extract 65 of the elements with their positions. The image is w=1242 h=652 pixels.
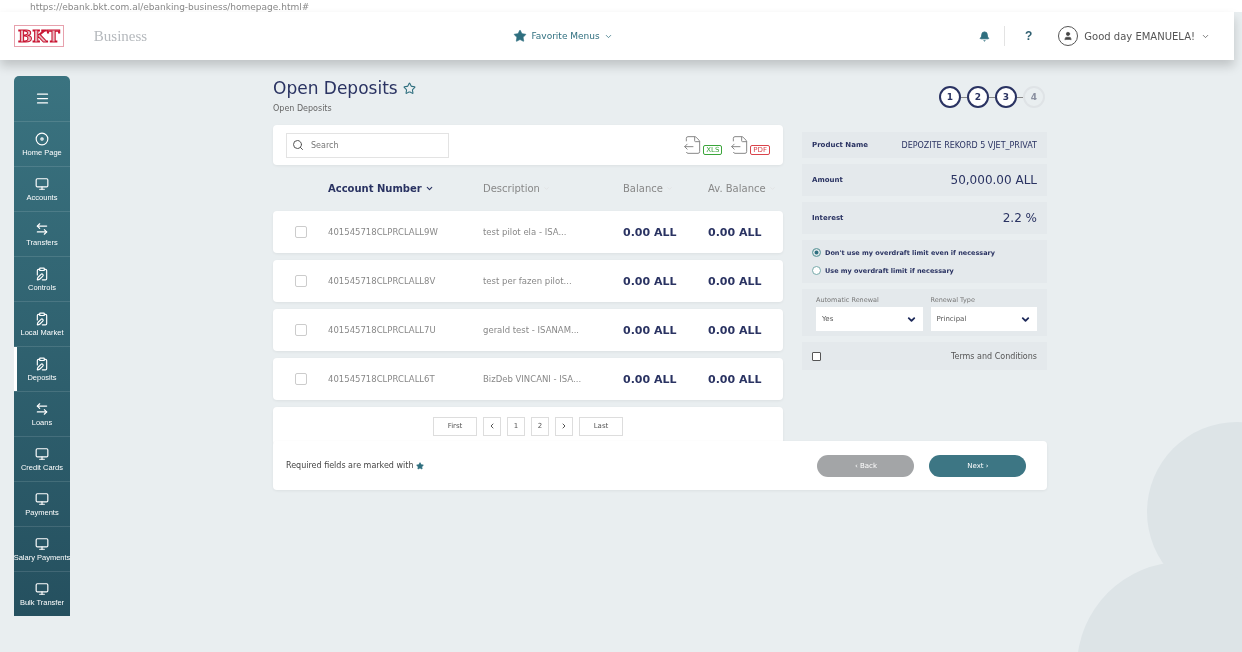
row-checkbox[interactable] [294, 373, 307, 385]
monitor-icon [35, 581, 49, 596]
favorites-menu[interactable]: Favorite Menus [507, 28, 619, 44]
favorite-star-icon[interactable] [402, 81, 416, 95]
detail-value: 50,000.00 ALL [950, 173, 1037, 187]
step-indicator: 4 [1023, 86, 1045, 108]
description-cell-text: test per fazen pilot... [483, 276, 573, 286]
table-row[interactable]: 401545718CLPRCLALL9W test pilot ela - ISA... 0.00 ALL 0.00 ALL [273, 211, 783, 253]
next-page-button[interactable] [555, 416, 573, 436]
available-balance-cell-text: 0.00 ALL [708, 274, 763, 288]
browser-url[interactable]: https://ebank.bkt.com.al/ebanking-business/homepage.html# [30, 3, 310, 12]
balance-cell-text: 0.00 ALL [623, 225, 678, 239]
monitor-icon [35, 536, 49, 551]
search-field[interactable]: Search [286, 132, 449, 158]
detail-value: DEPOZITE REKORD 5 VJET_PRIVAT [901, 140, 1037, 150]
row-checkbox[interactable] [294, 226, 307, 238]
previous-page-button[interactable] [483, 416, 501, 436]
step-indicator: 3 [995, 86, 1017, 108]
breadcrumb: Open Deposits [273, 104, 333, 113]
star-icon [513, 29, 528, 43]
page-title: Open Deposits [273, 78, 398, 98]
notification-bell-icon[interactable] [979, 30, 990, 42]
detail-value: 2.2 % [1002, 211, 1037, 225]
star-icon [416, 461, 425, 470]
available-balance-cell-text: 0.00 ALL [708, 225, 763, 239]
account-number: 401545718CLPRCLALL9W [328, 227, 439, 237]
description-cell-text: gerald test - ISANAM... [483, 325, 581, 335]
description-cell-text: test pilot ela - ISA... [483, 227, 568, 237]
clipboard-icon [35, 266, 49, 281]
section-title: Business [93, 27, 148, 45]
terms-link[interactable]: Terms and Conditions [950, 351, 1037, 361]
balance-cell-text: 0.00 ALL [623, 372, 678, 386]
transfer-icon [35, 401, 49, 416]
user-menu[interactable]: Good day EMANUELA! [1052, 25, 1216, 47]
previous-icon [488, 422, 496, 430]
balance-cell-text: 0.00 ALL [623, 274, 678, 288]
clipboard-icon [35, 356, 49, 371]
description-cell-text: BizDeb VINCANI - ISA... [483, 374, 583, 384]
monitor-icon [35, 491, 49, 506]
account-number: 401545718CLPRCLALL6T [328, 374, 436, 384]
disc-icon [35, 131, 49, 146]
account-number: 401545718CLPRCLALL8V [328, 276, 437, 286]
clipboard-icon [35, 311, 49, 326]
help-button[interactable]: ? [1019, 28, 1039, 44]
available-balance-cell-text: 0.00 ALL [708, 323, 763, 337]
table-row[interactable]: 401545718CLPRCLALL7U gerald test - ISANAM... 0.00 ALL 0.00 ALL [273, 309, 783, 351]
monitor-icon [35, 446, 49, 461]
account-number: 401545718CLPRCLALL7U [328, 325, 437, 335]
step-indicator: 2 [967, 86, 989, 108]
transfer-icon [35, 221, 49, 236]
user-icon [1063, 31, 1074, 41]
column-header[interactable]: Account Number [328, 182, 483, 194]
table-row[interactable]: 401545718CLPRCLALL6T BizDeb VINCANI - ISA... 0.00 ALL 0.00 ALL [273, 358, 783, 400]
available-balance-cell-text: 0.00 ALL [708, 372, 763, 386]
next-icon [560, 422, 568, 430]
table-row[interactable]: 401545718CLPRCLALL8V test per fazen pilot... 0.00 ALL 0.00 ALL [273, 260, 783, 302]
required-note: Required fields are marked with [286, 461, 425, 470]
monitor-icon [35, 176, 49, 191]
row-checkbox[interactable] [294, 275, 307, 287]
step-indicator: 1 [939, 86, 961, 108]
balance-cell-text: 0.00 ALL [623, 323, 678, 337]
search-icon [292, 138, 304, 151]
row-checkbox[interactable] [294, 324, 307, 336]
menu-icon [34, 91, 50, 106]
terms-checkbox[interactable] [812, 351, 821, 361]
